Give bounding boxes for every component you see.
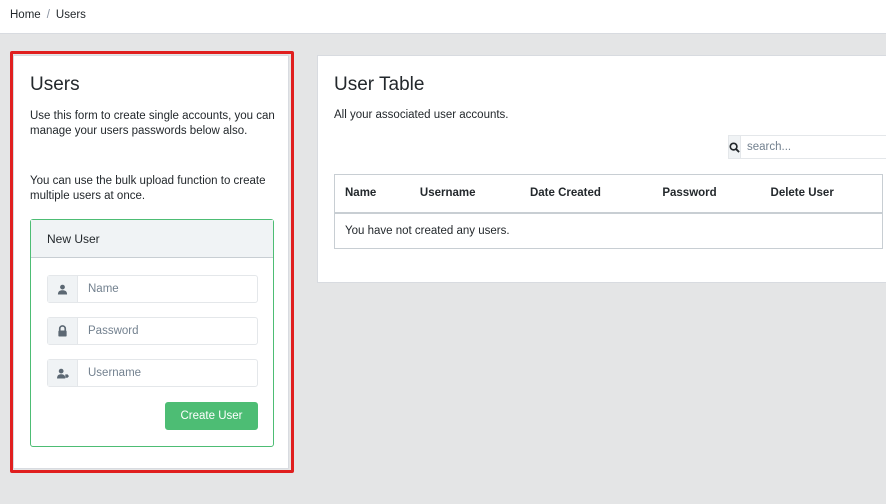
column-header-delete-user: Delete User: [760, 174, 883, 214]
column-header-date-created: Date Created: [519, 174, 653, 214]
new-user-form: New User Create User: [30, 219, 274, 447]
column-header-password: Password: [652, 174, 761, 214]
column-header-username: Username: [409, 174, 520, 214]
password-input-group: [47, 317, 258, 345]
table-header-row: Name Username Date Created Password Dele…: [333, 174, 883, 214]
create-user-button[interactable]: Create User: [165, 402, 258, 430]
user-icon: [48, 276, 78, 302]
user-table-title: User Table: [334, 74, 425, 95]
search-icon: [728, 135, 740, 159]
user-tag-icon: [48, 360, 78, 386]
name-input-group: [47, 275, 258, 303]
breadcrumb-home[interactable]: Home: [10, 9, 41, 21]
search-box: [728, 135, 886, 159]
column-header-name: Name: [333, 174, 410, 214]
password-input[interactable]: [78, 318, 257, 344]
user-table: Name Username Date Created Password Dele…: [333, 174, 883, 249]
user-table-card: User Table All your associated user acco…: [317, 55, 886, 283]
lock-icon: [48, 318, 78, 344]
search-input[interactable]: [740, 135, 886, 159]
breadcrumb-current: Users: [55, 9, 86, 21]
breadcrumb: Home / Users: [10, 9, 86, 21]
table-row: You have not created any users.: [334, 212, 883, 249]
username-input[interactable]: [78, 360, 257, 386]
new-user-header: New User: [31, 220, 273, 258]
users-title: Users: [30, 74, 80, 95]
name-input[interactable]: [78, 276, 257, 302]
empty-table-message: You have not created any users.: [334, 212, 883, 249]
user-table-subtitle: All your associated user accounts.: [334, 109, 509, 121]
users-description: Use this form to create single accounts,…: [30, 110, 275, 137]
users-card: Users Use this form to create single acc…: [13, 55, 289, 469]
top-bar: Home / Users: [0, 0, 886, 34]
bulk-upload-description: You can use the bulk upload function to …: [30, 175, 266, 202]
username-input-group: [47, 359, 258, 387]
breadcrumb-separator: /: [46, 9, 50, 21]
